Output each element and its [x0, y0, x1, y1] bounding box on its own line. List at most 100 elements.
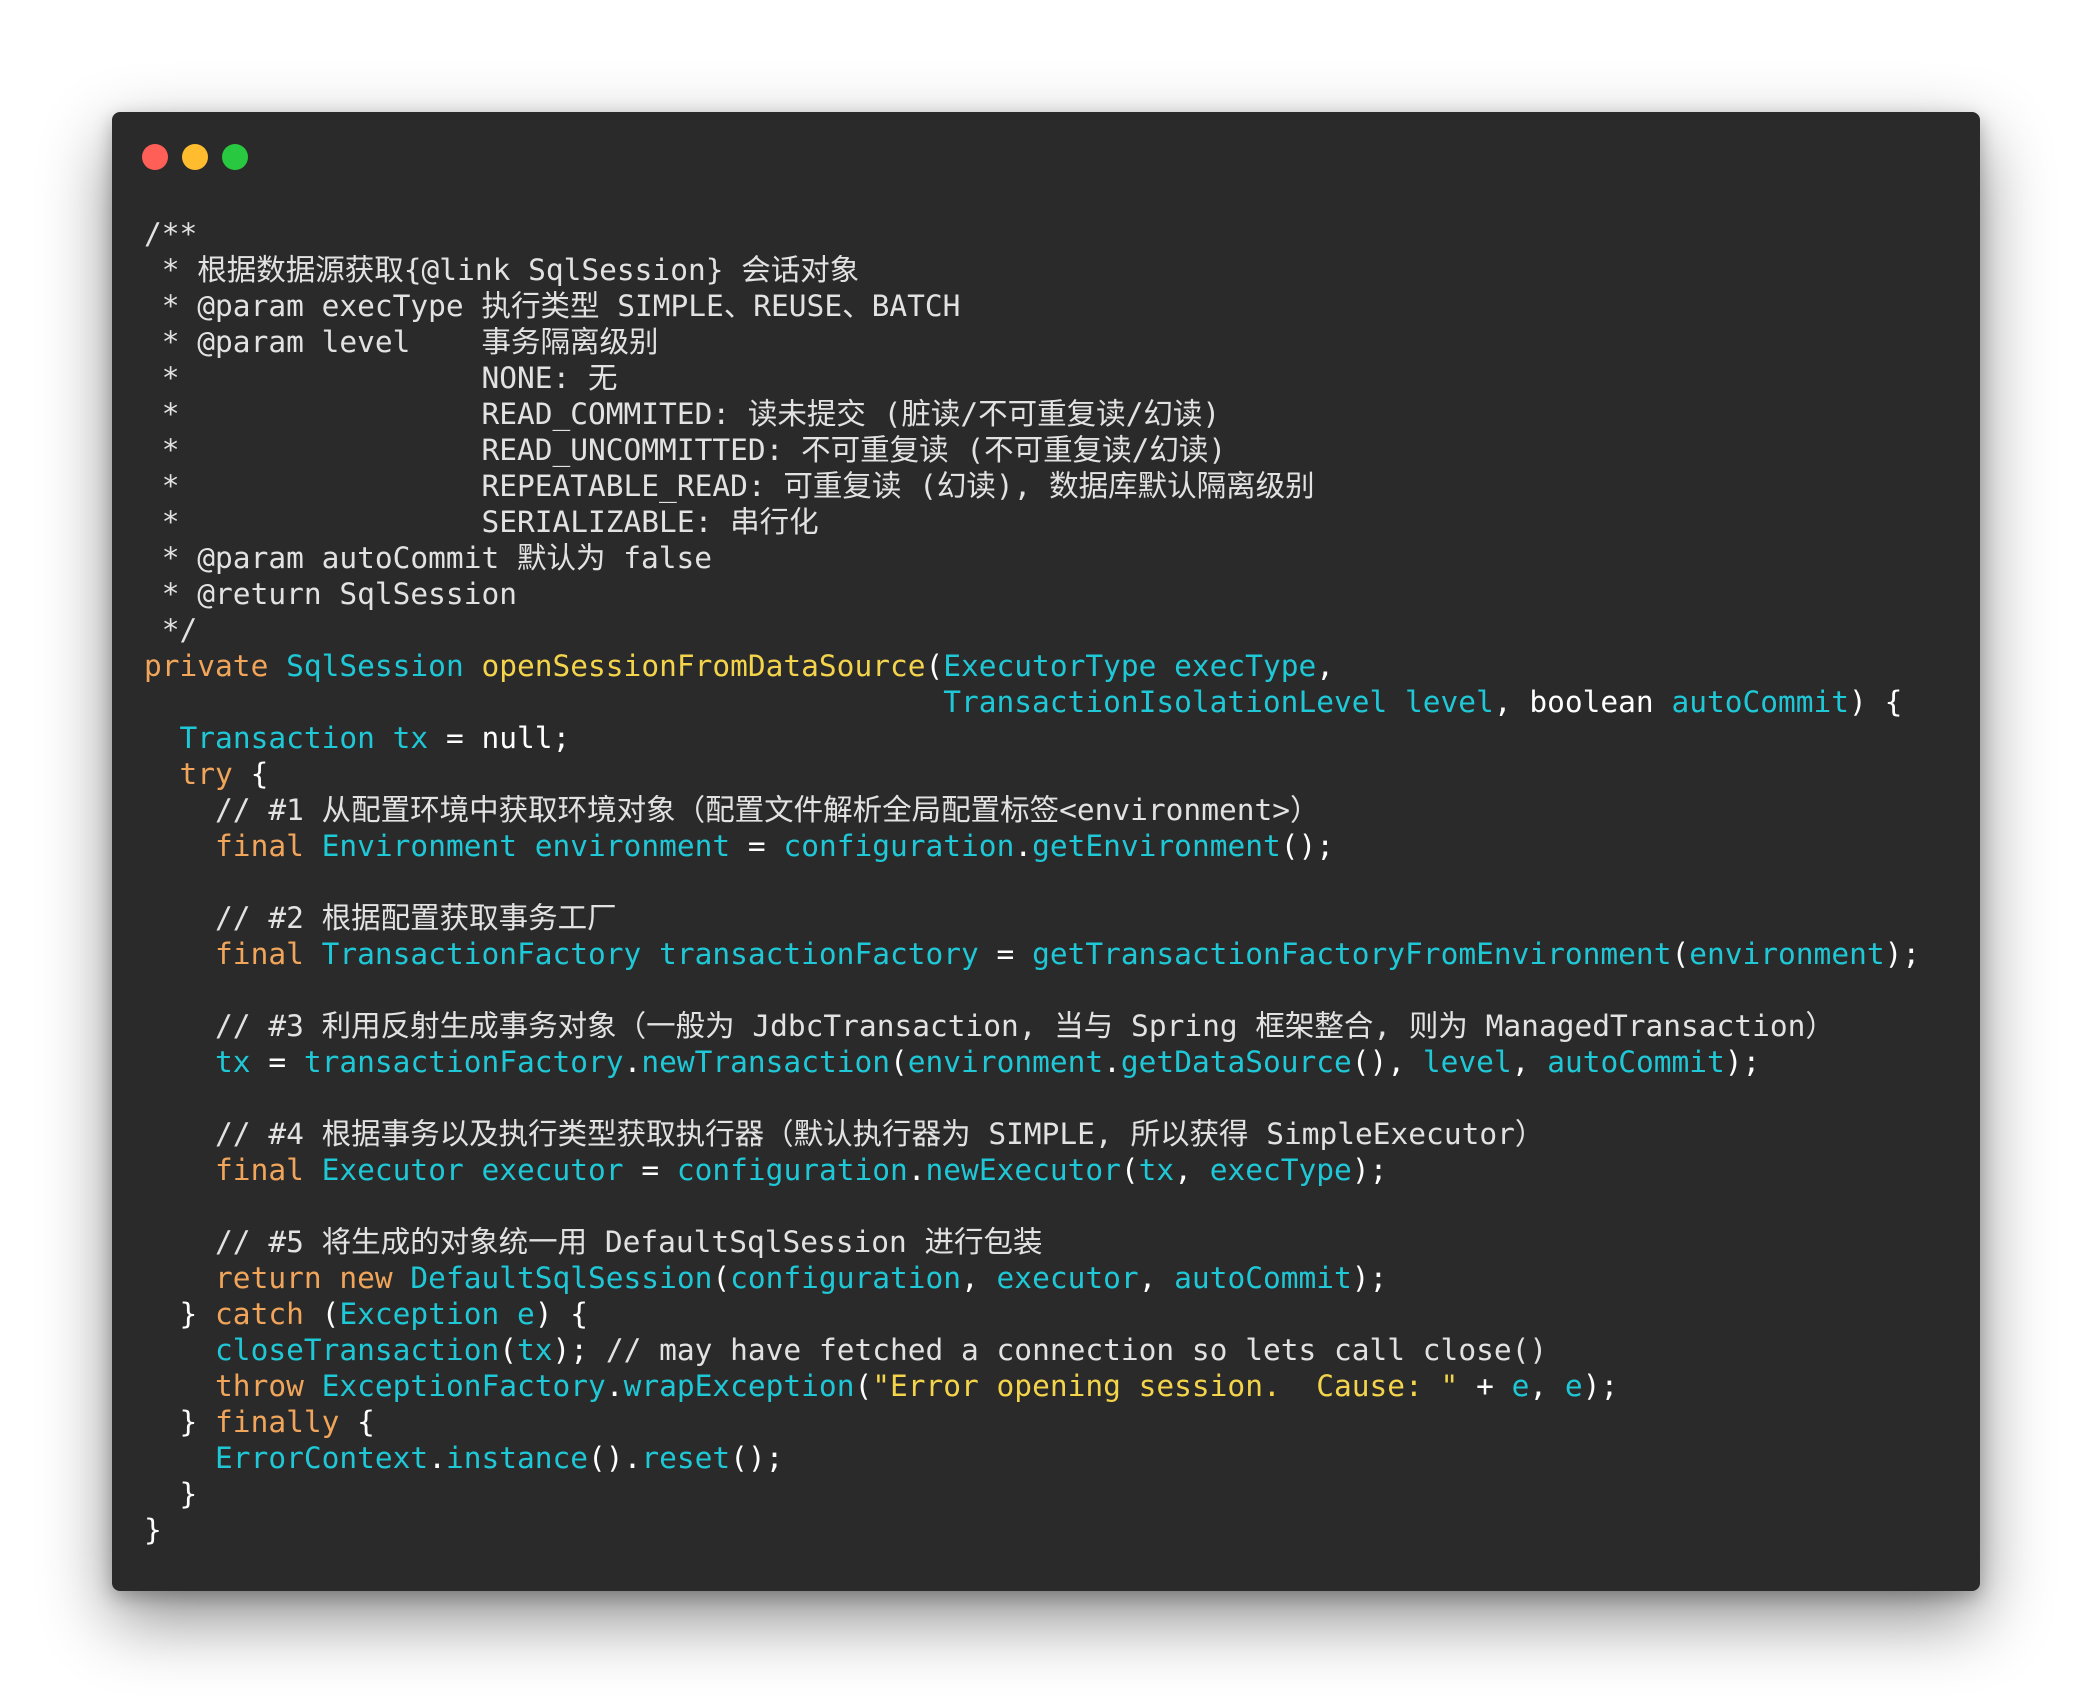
- code-token: ,: [1529, 1369, 1565, 1403]
- code-token: (: [712, 1261, 731, 1295]
- code-line: private SqlSession openSessionFromDataSo…: [144, 648, 1920, 684]
- code-line: * SERIALIZABLE: 串行化: [144, 504, 1920, 540]
- code-token: );: [1351, 1153, 1388, 1187]
- code-token: Exception: [339, 1297, 517, 1331]
- code-line: } finally {: [144, 1404, 1920, 1440]
- code-token: final: [215, 937, 322, 971]
- code-token: tx: [392, 721, 429, 755]
- code-token: * NONE: 无: [144, 361, 618, 395]
- code-token: ,: [1174, 1153, 1210, 1187]
- code-token: closeTransaction: [215, 1333, 500, 1367]
- code-token: * READ_UNCOMMITTED: 不可重复读 (不可重复读/幻读): [144, 433, 1227, 467]
- code-token: // #1 从配置环境中获取环境对象（配置文件解析全局配置标签<environm…: [144, 793, 1320, 827]
- code-token: * SERIALIZABLE: 串行化: [144, 505, 819, 539]
- code-line: // #5 将生成的对象统一用 DefaultSqlSession 进行包装: [144, 1224, 1920, 1260]
- code-token: execType: [1209, 1153, 1352, 1187]
- code-line: * @return SqlSession: [144, 576, 1920, 612]
- code-token: executor: [996, 1261, 1139, 1295]
- code-token: +: [1458, 1369, 1512, 1403]
- code-token: ErrorContext: [215, 1441, 429, 1475]
- code-token: transactionFactory: [659, 937, 979, 971]
- code-token: throw: [215, 1369, 322, 1403]
- code-token: reset: [641, 1441, 731, 1475]
- code-token: =: [730, 829, 784, 863]
- code-token: autoCommit: [1174, 1261, 1352, 1295]
- code-token: configuration: [730, 1261, 962, 1295]
- code-token: TransactionIsolationLevel: [943, 685, 1406, 719]
- code-token: (),: [1351, 1045, 1423, 1079]
- code-line: }: [144, 1476, 1920, 1512]
- code-token: environment: [907, 1045, 1104, 1079]
- code-token: ) {: [1849, 685, 1903, 719]
- code-window: /** * 根据数据源获取{@link SqlSession} 会话对象 * @…: [112, 112, 1980, 1591]
- code-line: * REPEATABLE_READ: 可重复读 (幻读), 数据库默认隔离级别: [144, 468, 1920, 504]
- code-token: transactionFactory: [303, 1045, 624, 1079]
- code-block: /** * 根据数据源获取{@link SqlSession} 会话对象 * @…: [144, 216, 1920, 1548]
- minimize-button[interactable]: [182, 144, 208, 170]
- code-token: ,: [1316, 649, 1334, 683]
- code-token: (: [1671, 937, 1690, 971]
- code-token: Environment: [321, 829, 535, 863]
- code-line: * @param execType 执行类型 SIMPLE、REUSE、BATC…: [144, 288, 1920, 324]
- close-button[interactable]: [142, 144, 168, 170]
- code-token: final: [215, 829, 322, 863]
- code-token: );: [1351, 1261, 1388, 1295]
- code-token: (: [303, 1297, 340, 1331]
- code-line: TransactionIsolationLevel level, boolean…: [144, 684, 1920, 720]
- code-line: final Environment environment = configur…: [144, 828, 1920, 864]
- code-token: private: [144, 649, 287, 683]
- code-token: try: [179, 757, 233, 791]
- code-token: getTransactionFactoryFromEnvironment: [1032, 937, 1672, 971]
- code-line: } catch (Exception e) {: [144, 1296, 1920, 1332]
- code-line: * @param autoCommit 默认为 false: [144, 540, 1920, 576]
- code-token: , boolean: [1493, 685, 1672, 719]
- code-token: newTransaction: [641, 1045, 890, 1079]
- code-token: * 根据数据源获取{@link SqlSession} 会话对象: [144, 253, 860, 287]
- code-token: execType: [1174, 649, 1317, 683]
- code-token: Executor: [321, 1153, 482, 1187]
- code-token: (: [1120, 1153, 1139, 1187]
- code-token: * READ_COMMITED: 读未提交 (脏读/不可重复读/幻读): [144, 397, 1221, 431]
- code-token: {: [232, 757, 269, 791]
- code-token: DefaultSqlSession: [410, 1261, 713, 1295]
- code-token: }: [144, 1513, 162, 1547]
- code-token: tx: [1138, 1153, 1175, 1187]
- code-line: * 根据数据源获取{@link SqlSession} 会话对象: [144, 252, 1920, 288]
- code-line: // #3 利用反射生成事务对象（一般为 JdbcTransaction, 当与…: [144, 1008, 1920, 1044]
- code-token: ().: [588, 1441, 642, 1475]
- code-token: newExecutor: [925, 1153, 1121, 1187]
- code-token: configuration: [783, 829, 1015, 863]
- code-token: {: [339, 1405, 375, 1439]
- zoom-button[interactable]: [222, 144, 248, 170]
- code-token: * @param execType 执行类型 SIMPLE、REUSE、BATC…: [144, 289, 961, 323]
- code-line: ErrorContext.instance().reset();: [144, 1440, 1920, 1476]
- code-token: (: [925, 649, 944, 683]
- code-token: level: [1422, 1045, 1512, 1079]
- code-token: ,: [1511, 1045, 1548, 1079]
- code-token: * @param level 事务隔离级别: [144, 325, 659, 359]
- code-line: Transaction tx = null;: [144, 720, 1920, 756]
- code-line: try {: [144, 756, 1920, 792]
- code-token: // #5 将生成的对象统一用 DefaultSqlSession 进行包装: [144, 1225, 1043, 1259]
- code-token: finally: [215, 1405, 340, 1439]
- code-token: level: [1405, 685, 1494, 719]
- code-token: ();: [730, 1441, 784, 1475]
- code-token: environment: [534, 829, 731, 863]
- code-token: e: [517, 1297, 535, 1331]
- code-token: );: [1582, 1369, 1619, 1403]
- code-token: .: [623, 1045, 642, 1079]
- code-line: * @param level 事务隔离级别: [144, 324, 1920, 360]
- code-token: * @param autoCommit 默认为 false: [144, 541, 713, 575]
- code-token: = null;: [428, 721, 571, 755]
- code-line: // #2 根据配置获取事务工厂: [144, 900, 1920, 936]
